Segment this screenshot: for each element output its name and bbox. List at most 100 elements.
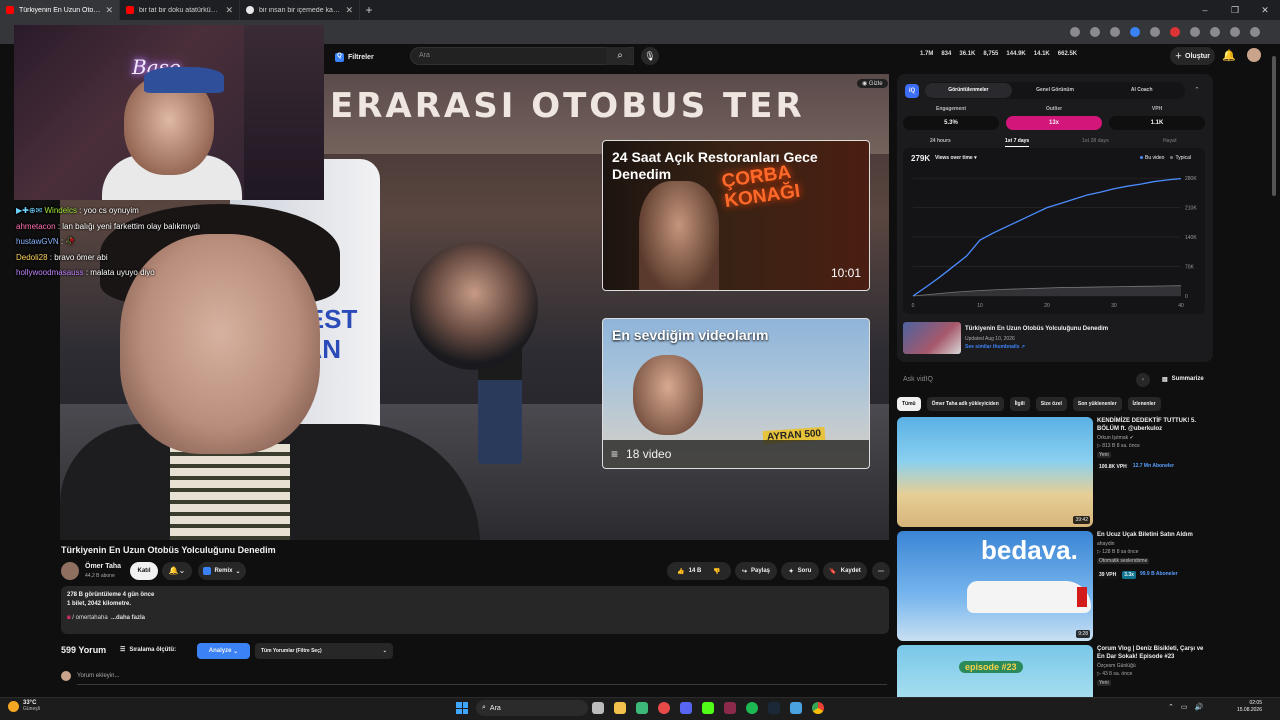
recommended-video[interactable]: episode #23 Çorum Vlog | Deniz Bisikleti… — [897, 645, 1207, 697]
weather-widget[interactable]: 33°C Güneşli — [8, 700, 40, 712]
ask-send-button[interactable]: › — [1136, 373, 1150, 387]
streamer-bandana — [144, 67, 224, 93]
network-icon[interactable]: ▭ — [1181, 703, 1188, 711]
ask-vidiq-input[interactable]: Ask vidIQ — [897, 370, 1153, 390]
filter-chip[interactable]: Tümü — [897, 397, 921, 411]
recommended-video[interactable]: bedava. 9:28 En Ucuz Uçak Biletini Satın… — [897, 531, 1207, 643]
browser-tab[interactable]: bir tat bir doku atatürkün silahı✕ — [120, 0, 240, 20]
profile-icon[interactable] — [1230, 27, 1240, 37]
discord-icon[interactable] — [680, 702, 692, 714]
subscribe-bell-button[interactable]: 🔔⌄ — [162, 562, 192, 580]
chevron-up-icon[interactable]: ⌃ — [1194, 86, 1200, 94]
show-more-link[interactable]: ...daha fazla — [111, 615, 145, 621]
create-button[interactable]: ＋ Oluştur — [1170, 47, 1215, 65]
channel-name[interactable]: Ömer Taha — [85, 563, 121, 570]
channel-avatar[interactable] — [61, 562, 79, 580]
cast-icon[interactable] — [1090, 27, 1100, 37]
account-avatar[interactable] — [1247, 48, 1261, 62]
taskbar-clock[interactable]: 02:05 15.08.2026 — [1228, 700, 1262, 714]
ask-button[interactable]: ✦ Soru — [781, 562, 819, 580]
summary-icon: ▤ — [1162, 377, 1168, 383]
range-tab[interactable]: 24 hours — [930, 138, 951, 144]
hide-overlay-button[interactable]: ◉ Gizle — [857, 79, 888, 88]
like-dislike-button[interactable]: 👍 14 B 👎 — [667, 562, 731, 580]
range-tab[interactable]: Hayat — [1163, 138, 1177, 144]
end-card-video[interactable]: ÇORBA KONAĞI 24 Saat Açık Restoranları G… — [602, 140, 870, 291]
taskbar-search[interactable]: ⌕ Ara — [476, 700, 588, 716]
close-window-button[interactable]: ✕ — [1250, 5, 1280, 16]
filter-chip[interactable]: Son yüklenenler — [1072, 397, 1122, 411]
weather-condition: Güneşli — [23, 706, 40, 712]
close-tab-icon[interactable]: ✕ — [105, 5, 113, 16]
recommended-meta: ▷ 43 8 sa. önce — [1097, 671, 1133, 677]
sort-by-button[interactable]: ☰ Sıralama ölçütü: — [120, 646, 176, 654]
notifications-bell-icon[interactable]: 🔔 — [1222, 49, 1236, 62]
more-actions-button[interactable]: ⋯ — [872, 562, 890, 580]
description-box[interactable]: 278 B görüntüleme 4 gün önce 1 bilet, 20… — [61, 586, 889, 634]
extension-icon[interactable] — [1150, 27, 1160, 37]
legend-item: Typical — [1170, 155, 1191, 161]
close-tab-icon[interactable]: ✕ — [225, 5, 233, 16]
app-icon[interactable] — [702, 702, 714, 714]
analyze-button[interactable]: Analyze ⌄ — [197, 643, 250, 659]
bookmark-star-icon[interactable] — [1110, 27, 1120, 37]
tab-views[interactable]: Görüntülenmeler — [925, 83, 1012, 98]
menu-dots-icon[interactable] — [1250, 27, 1260, 37]
add-comment-field[interactable]: Yorum ekleyin... — [61, 671, 887, 685]
total-views: 279K — [911, 154, 931, 163]
filter-chip[interactable]: İzlenenler — [1127, 397, 1161, 411]
zoom-icon[interactable] — [1070, 27, 1080, 37]
tab-ai-coach[interactable]: AI Coach — [1098, 83, 1185, 98]
app-icon[interactable] — [724, 702, 736, 714]
volume-icon[interactable]: 🔊 — [1195, 703, 1204, 711]
metric-value: 1.1K — [1109, 116, 1205, 130]
stat-value: 36.1K — [959, 51, 976, 57]
recommended-channel[interactable]: Orkun Işıtmak ✔ — [1097, 435, 1134, 441]
range-tab[interactable]: 1st 28 days — [1082, 138, 1109, 144]
downloads-icon[interactable] — [1210, 27, 1220, 37]
search-button[interactable]: ⌕ — [606, 47, 634, 65]
minimize-button[interactable]: – — [1190, 5, 1220, 15]
similar-thumbnails-link[interactable]: See similar thumbnails ↗ — [965, 344, 1025, 350]
chrome-icon[interactable] — [812, 702, 824, 714]
recommended-channel[interactable]: ahaydin — [1097, 541, 1115, 547]
stream-chat-overlay: ▶✚⊕✉ Windelcs : yoo cs oynuyim ahmetacon … — [16, 203, 200, 281]
extension-icon[interactable] — [1130, 27, 1140, 37]
browser-tab[interactable]: Türkiyenin En Uzun Otobüs Yolcu✕ — [0, 0, 120, 20]
close-tab-icon[interactable]: ✕ — [345, 5, 353, 16]
join-button[interactable]: Katıl — [130, 562, 158, 580]
spotify-icon[interactable] — [746, 702, 758, 714]
chevron-up-icon[interactable]: ⌃ — [1168, 703, 1174, 711]
remix-button[interactable]: Remix ⌄ — [198, 562, 246, 580]
app-icon[interactable] — [658, 702, 670, 714]
summarize-button[interactable]: ▤ Summarize — [1162, 376, 1204, 383]
search-input[interactable]: Ara — [410, 47, 634, 65]
filter-chip[interactable]: İlgili — [1009, 397, 1030, 411]
maximize-button[interactable]: ❐ — [1220, 5, 1250, 16]
range-tab[interactable]: 1st 7 days — [1005, 138, 1030, 147]
browser-tab[interactable]: bir insan bir içemede kaç ml içe✕ — [240, 0, 360, 20]
voice-search-button[interactable]: 🎙 — [641, 47, 659, 65]
description-link[interactable]: / omertahaha — [72, 615, 107, 621]
save-button[interactable]: 🔖 Kaydet — [823, 562, 867, 580]
task-view-icon[interactable] — [592, 702, 604, 714]
recommended-channel[interactable]: Özçesm Günlüğü — [1097, 663, 1136, 669]
steam-icon[interactable] — [768, 702, 780, 714]
recommended-video[interactable]: 39:42 KENDİMİZE DEDEKTİF TUTTUK! 5. BÖLÜ… — [897, 417, 1207, 529]
comment-filter-select[interactable]: Tüm Yorumlar (Filtre Seç) ⌄ — [255, 643, 393, 659]
file-explorer-icon[interactable] — [614, 702, 626, 714]
chart-mode-select[interactable]: Views over time ▾ — [935, 155, 977, 161]
filter-chip[interactable]: Size özel — [1035, 397, 1067, 411]
tab-overview[interactable]: Genel Görünüm — [1012, 83, 1099, 98]
share-button[interactable]: ↪ Paylaş — [735, 562, 777, 580]
filter-chip[interactable]: Ömer Taha adlı yükleyiciden — [926, 397, 1004, 411]
app-icon[interactable] — [790, 702, 802, 714]
filters-button[interactable]: Q Filtreler — [335, 50, 374, 64]
app-icon[interactable] — [636, 702, 648, 714]
end-card-playlist[interactable]: AYRAN 500 En sevdiğim videolarım ≡ 18 vid… — [602, 318, 870, 469]
page-scrollbar[interactable] — [1272, 56, 1276, 196]
new-tab-button[interactable]: + — [360, 3, 378, 17]
extensions-puzzle-icon[interactable] — [1190, 27, 1200, 37]
extension-icon[interactable] — [1170, 27, 1180, 37]
windows-start-icon[interactable] — [456, 702, 468, 714]
